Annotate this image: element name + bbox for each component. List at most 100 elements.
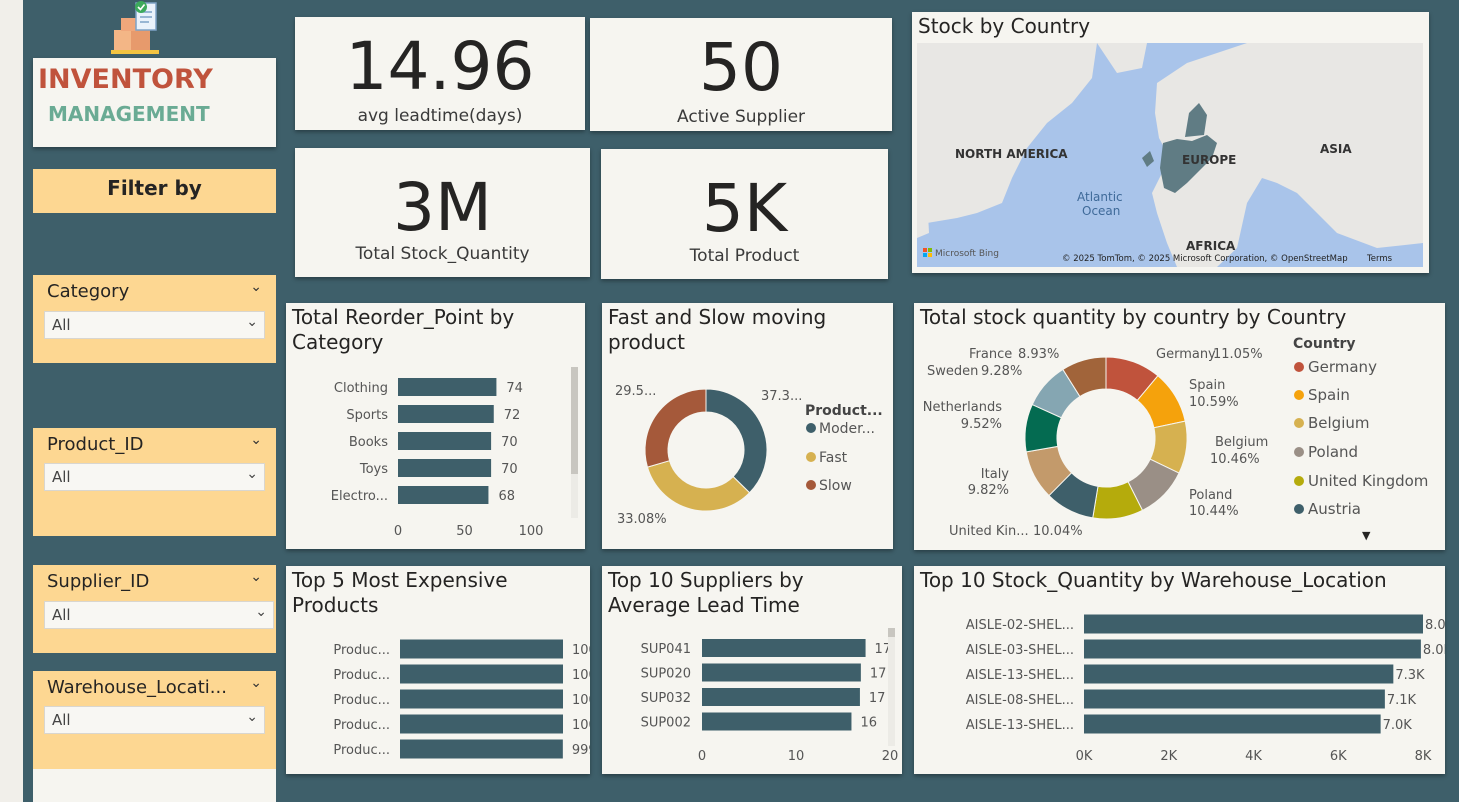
chevron-down-icon: ⌄ (246, 314, 258, 330)
x-tick-label: 100 (519, 524, 544, 539)
chevron-down-icon[interactable]: ⌄ (250, 432, 262, 448)
country-donut-chart[interactable]: Germany11.05%Spain10.59%Belgium10.46%Pol… (914, 303, 1445, 550)
value-label: 7.3K (1395, 668, 1425, 683)
data-label: France (969, 347, 1012, 362)
bar (702, 639, 866, 657)
category-label: Books (349, 435, 388, 450)
bar (400, 714, 563, 734)
value-label: 1000 (572, 718, 590, 733)
chevron-down-icon[interactable]: ⌄ (250, 279, 262, 295)
value-label: 1000 (572, 668, 590, 683)
x-tick-label: 2K (1160, 749, 1177, 764)
chart-card-moving[interactable]: Fast and Slow moving product 37.3... 33.08… (602, 303, 893, 549)
filter-header: Filter by (33, 169, 276, 213)
reorder-bar-chart[interactable]: Clothing 74 Sports 72 Books 70 Toys 70 Electro..… (286, 303, 585, 549)
supplier-id-dropdown[interactable]: All ⌄ (44, 601, 274, 629)
scrollbar-thumb[interactable] (571, 367, 578, 474)
slicer-warehouse-location-label: Warehouse_Locati... (47, 677, 227, 698)
chart-card-country[interactable]: Total stock quantity by country by Count… (914, 303, 1445, 550)
map-card[interactable]: Stock by Country NORTH AMERICA EUROPE AS… (912, 12, 1429, 273)
chart-card-suppliers[interactable]: Top 10 Suppliers by Average Lead Time SUP… (602, 566, 902, 774)
category-label: Produc... (333, 693, 390, 708)
kpi-value: 3M (393, 169, 492, 246)
brand-title: INVENTORY (38, 64, 213, 95)
bar (400, 639, 563, 659)
kpi-card-stock[interactable]: 3M Total Stock_Quantity (295, 148, 590, 277)
bar (702, 712, 852, 731)
data-label: 8.93% (1018, 347, 1059, 362)
category-dropdown[interactable]: All ⌄ (44, 311, 265, 339)
bar (400, 689, 563, 709)
value-label: 70 (501, 435, 518, 450)
bar (398, 405, 494, 423)
kpi-card-leadtime[interactable]: 14.96 avg leadtime(days) (295, 17, 585, 130)
warehouse-bar-chart[interactable]: AISLE-02-SHEL... 8.0K AISLE-03-SHEL... 8.0K… (914, 566, 1445, 774)
slicer-warehouse-location: Warehouse_Locati... ⌄ All ⌄ (33, 671, 276, 769)
value-label: 72 (504, 408, 521, 423)
category-label: Produc... (333, 643, 390, 658)
category-label: AISLE-08-SHEL... (966, 693, 1074, 708)
map-label-europe: EUROPE (1182, 153, 1236, 167)
data-label: 37.3... (761, 389, 802, 404)
slicer-category: Category ⌄ All ⌄ (33, 275, 276, 363)
data-label: 9.28% (981, 364, 1022, 379)
category-label: Clothing (334, 381, 388, 396)
bar (398, 486, 489, 504)
category-label: Produc... (333, 718, 390, 733)
category-label: Produc... (333, 743, 390, 758)
map-label-na: NORTH AMERICA (955, 147, 1068, 161)
legend-item: Moder... (819, 421, 875, 437)
bar (1084, 614, 1423, 634)
scrollbar-track[interactable] (571, 367, 578, 518)
world-map[interactable]: NORTH AMERICA EUROPE ASIA AFRICA Atlanti… (917, 43, 1423, 267)
bar (398, 459, 492, 477)
legend-scroll-down-icon[interactable]: ▼ (1362, 529, 1370, 542)
chevron-down-icon: ⌄ (246, 466, 258, 482)
data-label: 10.04% (1033, 524, 1083, 539)
map-label-asia: ASIA (1320, 142, 1352, 156)
category-label: Produc... (333, 668, 390, 683)
kpi-label: Total Product (689, 246, 800, 266)
value-label: 7.1K (1387, 693, 1417, 708)
category-label: Sports (346, 408, 388, 423)
product-id-dropdown[interactable]: All ⌄ (44, 463, 265, 491)
legend-dot (806, 452, 816, 462)
brand-subtitle: MANAGEMENT (48, 102, 210, 126)
scrollbar-track[interactable] (888, 628, 895, 746)
legend-dot (1294, 447, 1304, 457)
bar (1084, 639, 1421, 659)
chart-card-reorder[interactable]: Total Reorder_Point by Category Clothing 7… (286, 303, 585, 549)
map-terms-link[interactable]: Terms (1366, 254, 1393, 264)
x-tick-label: 0 (394, 524, 402, 539)
category-dropdown-value: All (52, 316, 71, 334)
chart-card-expensive[interactable]: Top 5 Most Expensive Products Produc... 10… (286, 566, 590, 774)
data-label: 11.05% (1213, 347, 1263, 362)
x-tick-label: 50 (456, 524, 473, 539)
legend-dot (806, 423, 816, 433)
x-tick-label: 8K (1415, 749, 1432, 764)
value-label: 16 (860, 716, 877, 731)
bar (398, 378, 497, 396)
legend-item: Germany (1308, 358, 1377, 376)
legend-dot (1294, 476, 1304, 486)
bing-label: Microsoft Bing (935, 249, 999, 259)
scrollbar-thumb[interactable] (888, 628, 895, 637)
data-label: United Kin... (949, 524, 1029, 539)
data-label: 10.46% (1210, 452, 1260, 467)
kpi-label: Active Supplier (676, 107, 806, 127)
chevron-down-icon[interactable]: ⌄ (250, 569, 262, 585)
kpi-card-supplier[interactable]: 50 Active Supplier (590, 18, 892, 131)
suppliers-bar-chart[interactable]: SUP041 17SUP020 17SUP032 17SUP002 160 10 20 (602, 566, 902, 774)
expensive-bar-chart[interactable]: Produc... 1000 Produc... 1000 Produc... 1000 P… (286, 566, 590, 774)
moving-donut-chart[interactable]: 37.3...33.08%29.5...Product...Moder...Fa… (602, 303, 893, 549)
bar (702, 688, 860, 706)
warehouse-location-dropdown[interactable]: All ⌄ (44, 706, 265, 734)
category-label: SUP032 (641, 691, 691, 706)
chart-card-warehouse[interactable]: Top 10 Stock_Quantity by Warehouse_Locat… (914, 566, 1445, 774)
chevron-down-icon[interactable]: ⌄ (250, 675, 262, 691)
category-label: SUP020 (641, 667, 691, 682)
legend-item: United Kingdom (1308, 472, 1428, 490)
legend-item: Fast (819, 450, 848, 466)
bar (1084, 714, 1381, 734)
kpi-card-product[interactable]: 5K Total Product (601, 149, 888, 279)
